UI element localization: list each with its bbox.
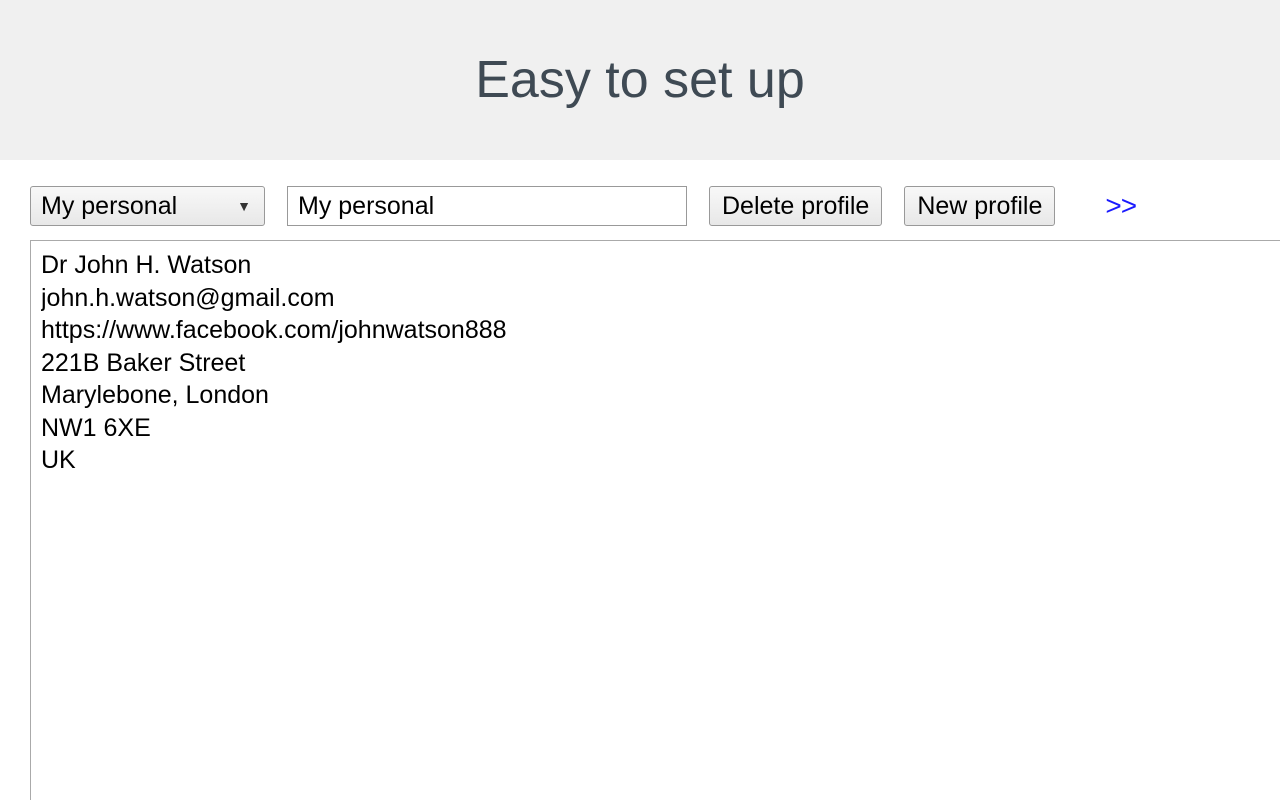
delete-profile-button[interactable]: Delete profile <box>709 186 882 226</box>
profile-content-area <box>30 240 1280 800</box>
profile-select-wrap: My personal <box>30 186 265 226</box>
new-profile-button[interactable]: New profile <box>904 186 1055 226</box>
header: Easy to set up <box>0 0 1280 160</box>
profile-name-input[interactable] <box>287 186 687 226</box>
toolbar: My personal Delete profile New profile >… <box>0 160 1280 240</box>
page-title: Easy to set up <box>475 50 805 110</box>
profile-select[interactable]: My personal <box>30 186 265 226</box>
next-link[interactable]: >> <box>1105 190 1136 222</box>
profile-textarea[interactable] <box>41 249 1270 792</box>
